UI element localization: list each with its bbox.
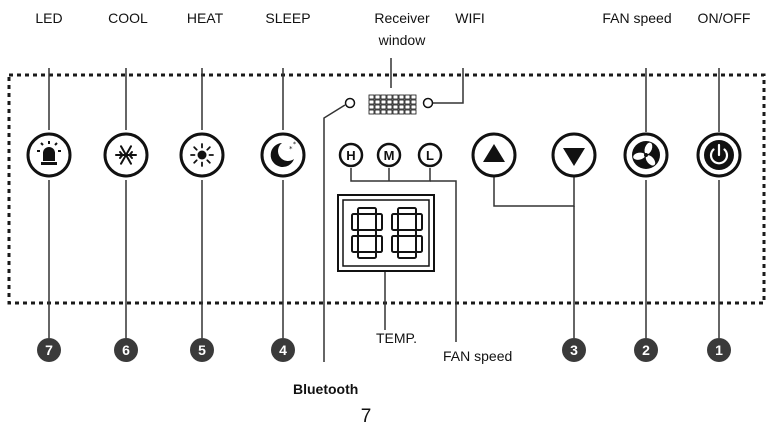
- sleep-button[interactable]: * *: [260, 132, 306, 178]
- callout-1-label: 1: [715, 342, 723, 358]
- fan-speed-indicator-l: L: [417, 142, 443, 168]
- callout-5: 5: [190, 338, 214, 362]
- callout-2: 2: [634, 338, 658, 362]
- label-sleep: SLEEP: [265, 10, 311, 26]
- fan-speed-indicator-h: H: [338, 142, 364, 168]
- fan-speed-indicator-m: M: [376, 142, 402, 168]
- fan-speed-m-label: M: [384, 148, 395, 163]
- label-wifi: WIFI: [455, 10, 485, 26]
- label-temp: TEMP.: [376, 330, 417, 346]
- control-panel-diagram: * * H M L 7 6 5 4 3 2 1: [7, 58, 766, 362]
- display-segment: [357, 251, 377, 259]
- svg-text:*: *: [293, 141, 296, 148]
- label-heat: HEAT: [186, 10, 224, 26]
- callout-3-label: 3: [570, 342, 578, 358]
- page-number: 7: [360, 406, 372, 427]
- label-receiver-line1: Receiver: [374, 10, 430, 26]
- callout-4-label: 4: [279, 342, 287, 358]
- display-segment: [357, 207, 377, 215]
- label-receiver-window: Receiver window: [374, 10, 429, 49]
- callout-6-label: 6: [122, 342, 130, 358]
- temp-up-button[interactable]: [471, 132, 517, 178]
- led-button[interactable]: [26, 132, 72, 178]
- display-segment: [375, 235, 383, 253]
- bluetooth-indicator: [344, 97, 356, 109]
- display-segment: [351, 213, 359, 231]
- display-segment: [415, 235, 423, 253]
- callout-6: 6: [114, 338, 138, 362]
- callout-4: 4: [271, 338, 295, 362]
- fan-speed-h-label: H: [346, 148, 355, 163]
- power-button[interactable]: [696, 132, 742, 178]
- display-segment: [391, 235, 399, 253]
- callout-7: 7: [37, 338, 61, 362]
- cool-button[interactable]: [103, 132, 149, 178]
- callout-2-label: 2: [642, 342, 650, 358]
- display-segment: [357, 229, 377, 237]
- callout-3: 3: [562, 338, 586, 362]
- label-cool: COOL: [108, 10, 148, 26]
- callout-5-label: 5: [198, 342, 206, 358]
- display-segment: [397, 207, 417, 215]
- label-led: LED: [35, 10, 63, 26]
- label-on-off: ON/OFF: [697, 10, 751, 26]
- receiver-window: [368, 94, 417, 115]
- label-fan-speed-bottom: FAN speed: [443, 348, 513, 364]
- label-bluetooth: Bluetooth: [293, 381, 359, 397]
- callout-7-label: 7: [45, 342, 53, 358]
- fan-icon: [632, 141, 660, 169]
- display-segment: [397, 251, 417, 259]
- sun-icon: [190, 143, 214, 167]
- temp-down-button[interactable]: [551, 132, 597, 178]
- temperature-display: [337, 194, 435, 272]
- display-segment: [397, 229, 417, 237]
- wifi-indicator: [422, 97, 434, 109]
- display-segment: [351, 235, 359, 253]
- display-segment: [375, 213, 383, 231]
- fan-speed-button[interactable]: [623, 132, 669, 178]
- fan-speed-l-label: L: [426, 148, 434, 163]
- label-receiver-line2: window: [378, 32, 426, 48]
- heat-button[interactable]: [179, 132, 225, 178]
- label-fan-speed-top: FAN speed: [602, 10, 672, 26]
- display-segment: [391, 213, 399, 231]
- callout-1: 1: [707, 338, 731, 362]
- display-segment: [415, 213, 423, 231]
